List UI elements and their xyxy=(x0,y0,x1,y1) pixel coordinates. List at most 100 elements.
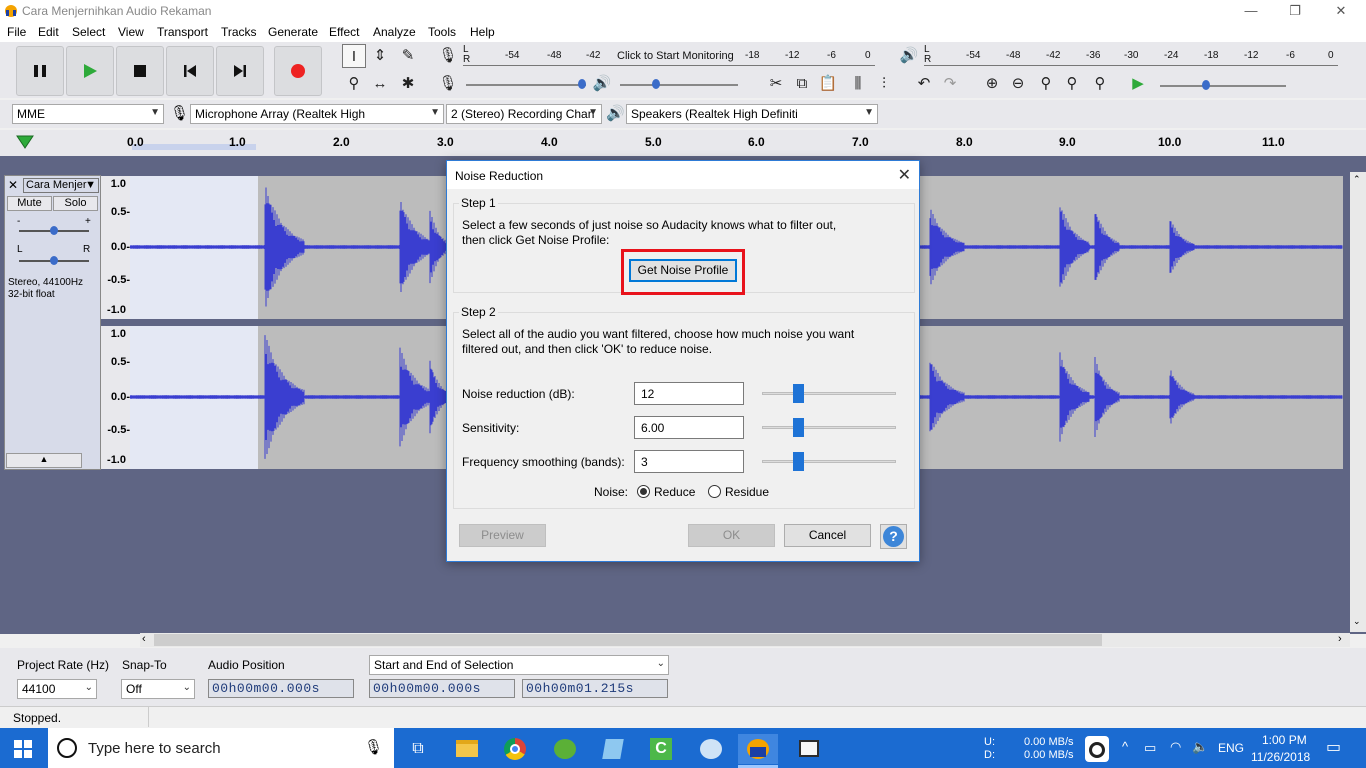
zoom-toggle-icon[interactable]: ⚲ xyxy=(1088,72,1112,96)
play-at-speed-icon[interactable]: ▶ xyxy=(1126,72,1150,96)
snap-to-select[interactable]: Off ⌄ xyxy=(121,679,195,699)
horizontal-scrollbar[interactable]: ‹ › xyxy=(140,633,1350,647)
menu-tools[interactable]: Tools xyxy=(428,25,456,39)
chrome-icon[interactable] xyxy=(494,734,534,764)
menu-select[interactable]: Select xyxy=(72,25,105,39)
slider-thumb[interactable] xyxy=(50,226,58,235)
timeline-ruler[interactable]: 0.0 1.0 2.0 3.0 4.0 5.0 6.0 7.0 8.0 9.0 … xyxy=(0,130,1366,156)
recording-device-select[interactable]: Microphone Array (Realtek High ▼ xyxy=(190,104,444,124)
slider-thumb[interactable] xyxy=(793,452,804,471)
undo-icon[interactable]: ↶ xyxy=(912,72,936,96)
file-explorer-icon[interactable] xyxy=(446,734,486,764)
menu-generate[interactable]: Generate xyxy=(268,25,318,39)
timeshift-tool-icon[interactable]: ↔ xyxy=(368,72,392,96)
menu-effect[interactable]: Effect xyxy=(329,25,359,39)
tray-overflow-icon[interactable]: ^ xyxy=(1122,739,1128,754)
clock-date[interactable]: 11/26/2018 xyxy=(1251,750,1310,764)
task-view-icon[interactable]: ⧉ xyxy=(398,734,438,764)
play-button[interactable] xyxy=(66,46,114,96)
recording-channels-select[interactable]: 2 (Stereo) Recording Chan ▼ xyxy=(446,104,602,124)
idm-icon[interactable] xyxy=(544,734,584,764)
selection-mode-select[interactable]: Start and End of Selection ⌄ xyxy=(369,655,669,675)
trim-icon[interactable]: ⫼ xyxy=(846,72,870,96)
volume-icon[interactable]: 🔈 xyxy=(1192,739,1208,755)
action-center-icon[interactable]: ▭ xyxy=(1326,737,1341,757)
slider-thumb[interactable] xyxy=(652,79,660,89)
taskbar-search-box[interactable]: Type here to search 🎙 xyxy=(48,728,394,768)
skip-to-end-button[interactable] xyxy=(216,46,264,96)
paste-icon[interactable]: 📋 xyxy=(816,72,840,96)
recording-volume-slider[interactable] xyxy=(466,79,586,89)
selection-start-time[interactable]: 00h00m00.000s xyxy=(369,679,515,698)
sensitivity-input[interactable]: 6.00 xyxy=(634,416,744,439)
battery-icon[interactable]: ▭ xyxy=(1144,740,1156,756)
playback-meter-speaker-icon[interactable]: 🔊 xyxy=(897,44,921,68)
envelope-tool-icon[interactable]: ⇕ xyxy=(368,44,392,68)
windows-start-icon[interactable] xyxy=(14,740,32,758)
wifi-icon[interactable]: ◠ xyxy=(1170,739,1181,755)
close-track-icon[interactable]: ✕ xyxy=(8,178,18,192)
multi-tool-icon[interactable]: ✱ xyxy=(396,72,420,96)
slider-thumb[interactable] xyxy=(1202,80,1210,90)
skip-to-start-button[interactable] xyxy=(166,46,214,96)
sensitivity-slider[interactable] xyxy=(762,418,896,437)
slider-thumb[interactable] xyxy=(578,79,586,89)
playback-device-select[interactable]: Speakers (Realtek High Definiti ▼ xyxy=(626,104,878,124)
record-meter-mic-icon[interactable]: 🎙 xyxy=(436,44,460,68)
frequency-smoothing-input[interactable]: 3 xyxy=(634,450,744,473)
language-indicator[interactable]: ENG xyxy=(1218,741,1244,755)
stop-button[interactable] xyxy=(116,46,164,96)
collapse-track-button[interactable]: ▲ xyxy=(6,453,82,468)
menu-help[interactable]: Help xyxy=(470,25,495,39)
mute-button[interactable]: Mute xyxy=(7,196,52,211)
playback-meter[interactable]: L R -54 -48 -42 -36 -30 -24 -18 -12 -6 0 xyxy=(924,44,1338,66)
menu-edit[interactable]: Edit xyxy=(38,25,59,39)
cut-icon[interactable]: ✂ xyxy=(764,72,788,96)
selection-tool-icon[interactable]: I xyxy=(342,44,366,68)
reduce-radio-label[interactable]: Reduce xyxy=(654,485,695,500)
microphone-icon[interactable]: 🎙 xyxy=(364,738,383,756)
start-monitoring-label[interactable]: Click to Start Monitoring xyxy=(617,50,734,62)
clock-time[interactable]: 1:00 PM xyxy=(1262,733,1307,747)
noise-reduction-input[interactable]: 12 xyxy=(634,382,744,405)
vertical-scrollbar[interactable]: ⌃ ⌄ xyxy=(1350,172,1366,632)
menu-tracks[interactable]: Tracks xyxy=(221,25,257,39)
silence-icon[interactable]: ⫶ xyxy=(872,72,896,96)
audio-host-select[interactable]: MME ▼ xyxy=(12,104,164,124)
playback-volume-slider[interactable] xyxy=(620,79,738,89)
slider-thumb[interactable] xyxy=(50,256,58,265)
selection-end-time[interactable]: 00h00m01.215s xyxy=(522,679,668,698)
draw-tool-icon[interactable]: ✎ xyxy=(396,44,420,68)
pause-button[interactable] xyxy=(16,46,64,96)
residue-radio[interactable] xyxy=(708,485,721,498)
menu-transport[interactable]: Transport xyxy=(157,25,208,39)
redo-icon[interactable]: ↷ xyxy=(938,72,962,96)
dialog-close-icon[interactable]: ✕ xyxy=(898,165,911,185)
pan-slider[interactable] xyxy=(19,256,89,265)
ok-button[interactable]: OK xyxy=(688,524,775,547)
scroll-up-icon[interactable]: ⌃ xyxy=(1353,174,1361,185)
record-button[interactable] xyxy=(274,46,322,96)
photos-icon[interactable] xyxy=(788,734,828,764)
audacity-taskbar-icon[interactable] xyxy=(738,734,778,764)
track-name-menu[interactable]: Cara Menjer ▼ xyxy=(23,178,99,193)
menu-analyze[interactable]: Analyze xyxy=(373,25,416,39)
frequency-smoothing-slider[interactable] xyxy=(762,452,896,471)
residue-radio-label[interactable]: Residue xyxy=(725,485,769,500)
slider-thumb[interactable] xyxy=(793,384,804,403)
zoom-out-icon[interactable]: ⊖ xyxy=(1006,72,1030,96)
minimize-button[interactable]: — xyxy=(1228,0,1274,22)
camtasia-icon[interactable]: C xyxy=(640,734,680,764)
zoom-tool-icon[interactable]: ⚲ xyxy=(342,72,366,96)
paint-icon[interactable] xyxy=(690,734,730,764)
copy-icon[interactable]: ⧉ xyxy=(790,72,814,96)
preview-button[interactable]: Preview xyxy=(459,524,546,547)
solo-button[interactable]: Solo xyxy=(53,196,98,211)
scroll-left-icon[interactable]: ‹ xyxy=(142,633,146,645)
scroll-thumb[interactable] xyxy=(154,634,1102,646)
play-speed-slider[interactable] xyxy=(1160,80,1286,90)
help-button[interactable]: ? xyxy=(880,524,907,549)
cancel-button[interactable]: Cancel xyxy=(784,524,871,547)
gain-slider[interactable] xyxy=(19,226,89,235)
project-rate-select[interactable]: 44100 ⌄ xyxy=(17,679,97,699)
